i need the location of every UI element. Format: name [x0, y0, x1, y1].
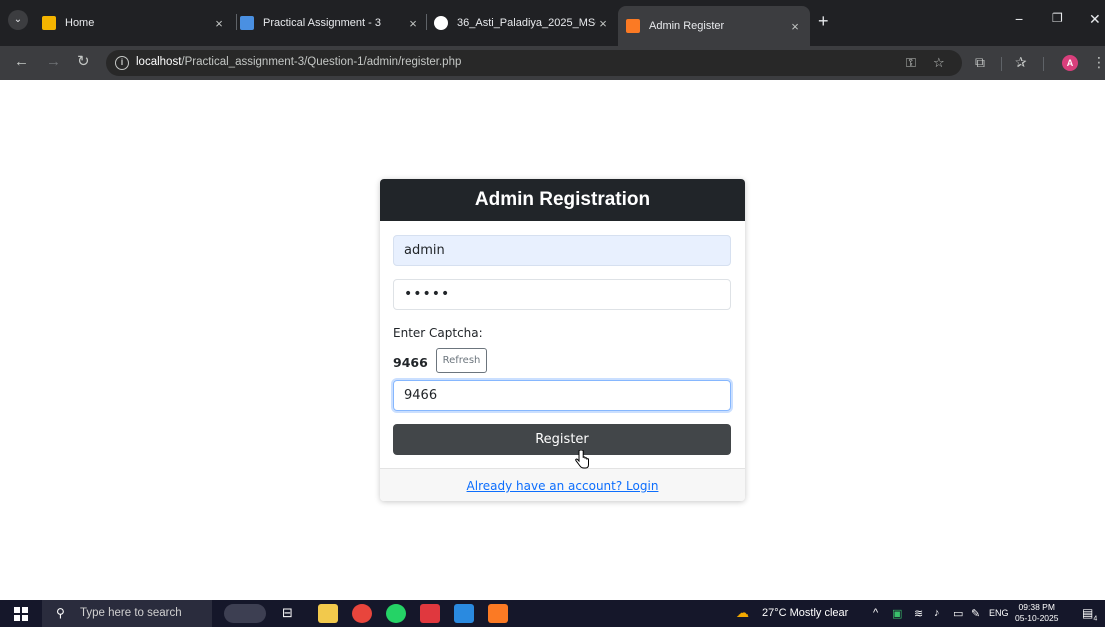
tab-title: Practical Assignment - 3 [263, 17, 381, 29]
github-icon [434, 16, 448, 30]
toolbar-separator [1001, 57, 1002, 71]
tab-admin-register[interactable]: Admin Register × [618, 6, 810, 46]
refresh-captcha-button[interactable]: Refresh [436, 348, 487, 373]
xampp-favicon-icon [626, 19, 640, 33]
password-key-icon[interactable]: ⚿ [906, 55, 916, 71]
tab-title: Home [65, 17, 95, 29]
profile-avatar[interactable]: A [1062, 55, 1078, 71]
notifications-icon[interactable]: ▤4 [1082, 606, 1097, 622]
captcha-input[interactable]: 9466 [393, 380, 731, 411]
pen-icon[interactable]: ✎ [971, 607, 980, 620]
volume-icon[interactable]: ♪ [934, 607, 940, 619]
forward-arrow-icon[interactable]: → [46, 53, 61, 71]
tab-home[interactable]: Home × [34, 8, 234, 38]
cortana-app-icon[interactable] [224, 604, 266, 623]
hand-cursor-icon [575, 450, 589, 469]
url-text: localhost/Practical_assignment-3/Questio… [136, 56, 461, 68]
taskbar: ⚲ Type here to search ⊟ ☁ 27°C Mostly cl… [0, 600, 1105, 627]
registration-card: Admin Registration admin ••••• Enter Cap… [380, 179, 745, 501]
reload-icon[interactable]: ↻ [77, 53, 90, 71]
browser-toolbar: ← → ↻ i localhost/Practical_assignment-3… [0, 46, 1105, 80]
more-menu-icon[interactable]: ⋮ [1092, 54, 1105, 71]
close-icon[interactable]: × [596, 16, 610, 31]
vscode-icon[interactable] [454, 604, 474, 623]
show-hidden-icons-icon[interactable]: ^ [873, 607, 878, 619]
xampp-icon[interactable] [488, 604, 508, 623]
back-arrow-icon[interactable]: ← [14, 53, 29, 71]
chrome-icon[interactable] [352, 604, 372, 623]
tab-search-button[interactable]: ⌄ [8, 10, 28, 30]
clock-date: 05-10-2025 [1015, 613, 1059, 623]
tab-github[interactable]: 36_Asti_Paladiya_2025_MSCICT × [426, 8, 618, 38]
bookmark-star-icon[interactable]: ☆ [933, 55, 945, 71]
close-icon[interactable]: × [212, 16, 226, 31]
favorites-icon[interactable]: ✰ [1015, 54, 1027, 71]
network-app-icon[interactable]: ▣ [892, 607, 902, 620]
weather-icon[interactable]: ☁ [736, 605, 749, 621]
wps-office-icon[interactable] [420, 604, 440, 623]
search-placeholder: Type here to search [80, 607, 182, 619]
wifi-off-icon[interactable]: ≋ [914, 607, 923, 620]
login-link[interactable]: Already have an account? Login [467, 479, 659, 493]
minimize-icon[interactable]: − [1015, 11, 1023, 27]
notification-count: 4 [1093, 615, 1098, 623]
url-path: /Practical_assignment-3/Question-1/admin… [181, 56, 462, 68]
language-indicator[interactable]: ENG [989, 608, 1009, 618]
username-input[interactable]: admin [393, 235, 731, 266]
address-bar[interactable]: i localhost/Practical_assignment-3/Quest… [106, 50, 962, 76]
battery-icon[interactable]: ▭ [953, 607, 963, 620]
tab-practical-assignment[interactable]: Practical Assignment - 3 × [232, 8, 428, 38]
whatsapp-icon[interactable] [386, 604, 406, 623]
captcha-code: 9466 [393, 355, 428, 370]
tab-title: 36_Asti_Paladiya_2025_MSCICT [457, 17, 596, 29]
taskbar-search[interactable]: ⚲ Type here to search [42, 600, 212, 627]
clock[interactable]: 09:38 PM 05-10-2025 [1015, 602, 1058, 624]
close-icon[interactable]: × [788, 19, 802, 34]
clock-time: 09:38 PM [1018, 602, 1055, 612]
url-host: localhost [136, 56, 182, 68]
card-heading: Admin Registration [380, 179, 745, 221]
image-favicon-icon [42, 16, 56, 30]
image-favicon-icon [240, 16, 254, 30]
file-explorer-icon[interactable] [318, 604, 338, 623]
password-mask: ••••• [404, 286, 451, 302]
tab-strip: ⌄ Home × Practical Assignment - 3 × 36_A… [0, 0, 1105, 46]
captcha-label: Enter Captcha: [393, 326, 483, 340]
maximize-icon[interactable]: ❐ [1052, 11, 1063, 25]
password-input[interactable]: ••••• [393, 279, 731, 310]
tab-title: Admin Register [649, 20, 725, 32]
toolbar-separator [1043, 57, 1044, 71]
page-content: Admin Registration admin ••••• Enter Cap… [0, 80, 1105, 600]
site-info-icon[interactable]: i [115, 56, 129, 70]
extensions-icon[interactable]: ⧉ [975, 54, 985, 71]
card-footer: Already have an account? Login [380, 468, 745, 501]
weather-text[interactable]: 27°C Mostly clear [762, 607, 848, 619]
windows-start-icon[interactable] [14, 607, 28, 621]
search-icon: ⚲ [56, 606, 65, 620]
window-close-icon[interactable]: ✕ [1089, 11, 1101, 28]
register-button[interactable]: Register [393, 424, 731, 455]
close-icon[interactable]: × [406, 16, 420, 31]
new-tab-icon[interactable]: + [818, 12, 829, 30]
task-view-icon[interactable]: ⊟ [282, 605, 293, 621]
